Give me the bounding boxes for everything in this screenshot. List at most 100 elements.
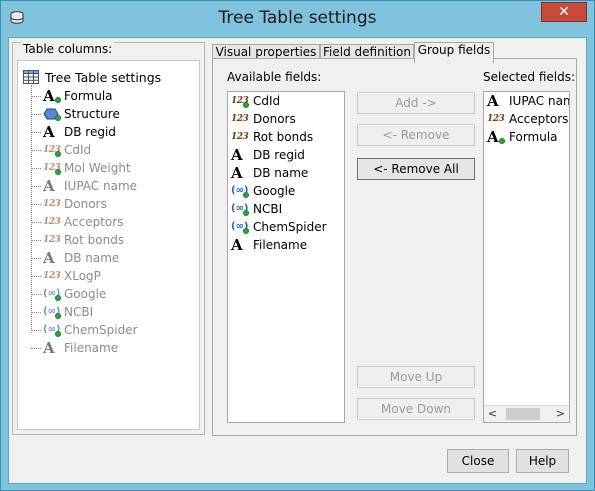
list-item[interactable]: 123 Rot bonds (228, 128, 344, 146)
plus-badge-icon (243, 228, 249, 234)
list-item-label: Google (253, 184, 296, 198)
title-bar[interactable]: Tree Table settings ✕ (1, 1, 594, 37)
tab-group-fields[interactable]: Group fields (414, 42, 494, 63)
tree-item[interactable]: (∞) ChemSpider (31, 321, 138, 339)
list-item[interactable]: A Filename (228, 236, 344, 254)
text-field-icon: A (487, 92, 499, 110)
available-fields-label: Available fields: (227, 70, 322, 84)
list-item-label: ChemSpider (253, 220, 327, 234)
tree-root[interactable]: Tree Table settings (23, 69, 161, 85)
list-item-label: Rot bonds (253, 130, 314, 144)
link-field-icon: (∞) (43, 324, 61, 337)
tree-item[interactable]: (∞) Google (31, 285, 106, 303)
list-item[interactable]: A Formula (484, 128, 569, 146)
link-field-icon: (∞) (231, 185, 249, 198)
tree-item-label: Donors (64, 197, 107, 211)
text-field-icon: A (43, 123, 55, 141)
window-title: Tree Table settings (218, 8, 377, 28)
text-field-icon: A (43, 89, 61, 104)
tree-item-label: NCBI (64, 305, 94, 319)
tree-item[interactable]: Structure (31, 105, 120, 123)
tree-item[interactable]: A IUPAC name (31, 177, 137, 195)
tree-connector (31, 293, 41, 295)
dialog-window: Tree Table settings ✕ Table columns: Tre… (0, 0, 595, 491)
remove-button[interactable]: <- Remove (357, 124, 475, 146)
text-field-icon: A (487, 130, 505, 145)
available-fields-list[interactable]: 123 CdId 123 Donors 123 Rot bonds A DB regid A DB… (227, 91, 345, 423)
list-item-label: CdId (253, 94, 281, 108)
selected-fields-list[interactable]: A IUPAC nam 123 Acceptors A Formula < > (483, 91, 570, 423)
list-item-label: IUPAC nam (509, 94, 570, 108)
move-down-button[interactable]: Move Down (357, 398, 475, 420)
scrollbar-thumb[interactable] (506, 408, 540, 420)
table-columns-label: Table columns: (21, 42, 115, 56)
tree-connector (31, 239, 41, 241)
numeric-field-icon: 123 (43, 235, 61, 245)
tree-item[interactable]: 123 Mol Weight (31, 159, 131, 177)
text-field-icon: A (43, 177, 55, 195)
list-item-label: Acceptors (509, 112, 569, 126)
table-columns-tree[interactable]: Tree Table settings A Formula Structure A DB… (17, 60, 200, 430)
list-item[interactable]: A DB name (228, 164, 344, 182)
text-field-icon: A (43, 339, 55, 357)
plus-badge-icon (55, 97, 61, 103)
tree-item-label: Acceptors (64, 215, 124, 229)
tree-connector (31, 347, 41, 349)
scroll-left-icon[interactable]: < (484, 406, 501, 422)
link-field-icon: (∞) (231, 221, 249, 234)
tree-connector (31, 311, 41, 313)
tree-item-label: Formula (64, 89, 113, 103)
move-up-button[interactable]: Move Up (357, 366, 475, 388)
horizontal-scrollbar[interactable]: < > (484, 405, 569, 422)
tree-item[interactable]: A DB regid (31, 123, 116, 141)
group-fields-panel: Available fields: Selected fields: 123 Cd… (212, 58, 577, 436)
list-item[interactable]: (∞) Google (228, 182, 344, 200)
close-button[interactable]: Close (447, 449, 509, 473)
structure-icon (43, 107, 61, 121)
plus-badge-icon (55, 331, 61, 337)
tree-item-label: Filename (64, 341, 119, 355)
list-item[interactable]: 123 CdId (228, 92, 344, 110)
plus-badge-icon (55, 115, 61, 121)
remove-all-button[interactable]: <- Remove All (357, 158, 475, 180)
link-field-icon: (∞) (43, 306, 61, 319)
numeric-field-icon: 123 (487, 114, 505, 124)
list-item[interactable]: A DB regid (228, 146, 344, 164)
tree-item[interactable]: A Formula (31, 87, 113, 105)
list-item[interactable]: A IUPAC nam (484, 92, 569, 110)
tree-item[interactable]: 123 XLogP (31, 267, 101, 285)
tree-item[interactable]: 123 Acceptors (31, 213, 123, 231)
table-icon (23, 70, 39, 84)
link-field-icon: (∞) (231, 203, 249, 216)
list-item[interactable]: 123 Donors (228, 110, 344, 128)
tree-connector (31, 131, 41, 133)
plus-badge-icon (243, 102, 249, 108)
list-item-label: NCBI (253, 202, 283, 216)
tree-item-label: Google (64, 287, 107, 301)
dialog-client-area: Table columns: Tree Table settings A Form… (8, 37, 587, 484)
text-field-icon: A (231, 164, 243, 182)
tree-item[interactable]: (∞) NCBI (31, 303, 93, 321)
list-item[interactable]: 123 Acceptors (484, 110, 569, 128)
help-button[interactable]: Help (516, 449, 569, 473)
tree-item-label: ChemSpider (64, 323, 138, 337)
tree-connector (31, 185, 41, 187)
numeric-field-icon: 123 (43, 217, 61, 227)
add-button[interactable]: Add -> (357, 92, 475, 114)
tree-connector (31, 113, 41, 115)
tree-connector (31, 257, 41, 259)
list-item[interactable]: (∞) ChemSpider (228, 218, 344, 236)
tree-item[interactable]: 123 Rot bonds (31, 231, 124, 249)
tree-item-label: CdId (64, 143, 92, 157)
list-item[interactable]: (∞) NCBI (228, 200, 344, 218)
tree-item[interactable]: A Filename (31, 339, 118, 357)
tree-item[interactable]: A DB name (31, 249, 119, 267)
numeric-field-icon: 123 (43, 271, 61, 281)
tree-item-label: XLogP (64, 269, 101, 283)
tree-item[interactable]: 123 Donors (31, 195, 107, 213)
tree-item-label: Rot bonds (64, 233, 125, 247)
plus-badge-icon (55, 169, 61, 175)
close-window-button[interactable]: ✕ (541, 2, 587, 22)
scroll-right-icon[interactable]: > (552, 406, 569, 422)
tree-item[interactable]: 123 CdId (31, 141, 91, 159)
